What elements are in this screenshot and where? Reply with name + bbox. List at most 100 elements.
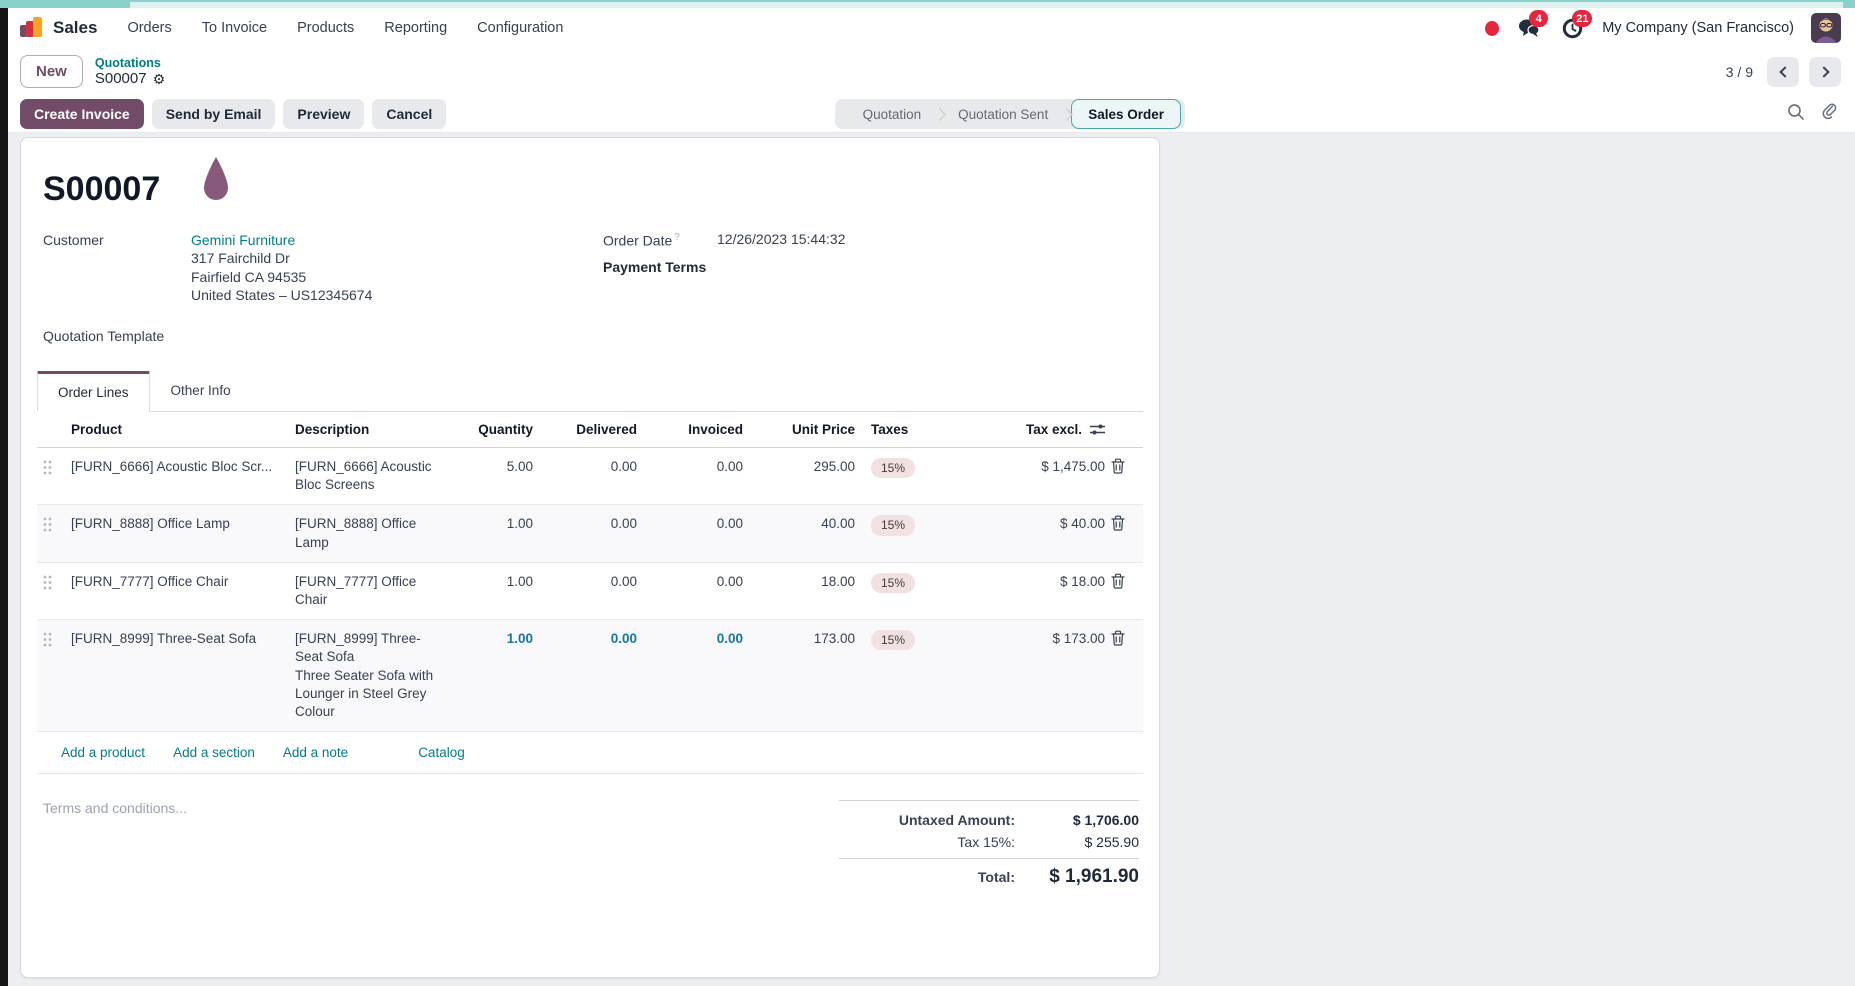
- status-quotation[interactable]: Quotation: [849, 107, 936, 122]
- cell-invoiced[interactable]: 0.00: [641, 448, 747, 486]
- cell-subtotal: $ 1,475.00: [1017, 448, 1109, 486]
- create-invoice-button[interactable]: Create Invoice: [20, 99, 144, 129]
- cell-description[interactable]: [FURN_6666] Acoustic Bloc Screens: [291, 448, 449, 504]
- cell-product[interactable]: [FURN_8888] Office Lamp: [67, 505, 291, 543]
- cell-subtotal: $ 18.00: [1017, 563, 1109, 601]
- add-product-link[interactable]: Add a product: [61, 745, 145, 760]
- cell-invoiced[interactable]: 0.00: [641, 505, 747, 543]
- menu-to-invoice[interactable]: To Invoice: [202, 20, 267, 36]
- cell-quantity[interactable]: 1.00: [449, 563, 537, 601]
- delete-row-icon[interactable]: [1111, 515, 1125, 531]
- table-header-row: Product Description Quantity Delivered I…: [37, 412, 1143, 448]
- quotation-template-label: Quotation Template: [43, 328, 1143, 344]
- col-product[interactable]: Product: [67, 412, 291, 447]
- app-name[interactable]: Sales: [53, 18, 97, 38]
- new-button[interactable]: New: [20, 55, 83, 88]
- table-row[interactable]: [FURN_7777] Office Chair [FURN_7777] Off…: [37, 563, 1143, 620]
- cell-invoiced[interactable]: 0.00: [641, 620, 747, 658]
- add-section-link[interactable]: Add a section: [173, 745, 255, 760]
- cell-unit-price[interactable]: 295.00: [747, 448, 859, 486]
- messages-button[interactable]: 4: [1516, 16, 1542, 40]
- attachments-button[interactable]: [1821, 102, 1839, 121]
- cell-description[interactable]: [FURN_8888] Office Lamp: [291, 505, 449, 561]
- delete-row-icon[interactable]: [1111, 458, 1125, 474]
- cell-unit-price[interactable]: 173.00: [747, 620, 859, 658]
- drag-handle-icon[interactable]: [37, 448, 67, 480]
- col-description[interactable]: Description: [291, 412, 449, 447]
- tax-badge[interactable]: 15%: [871, 573, 915, 593]
- menu-reporting[interactable]: Reporting: [384, 20, 447, 36]
- breadcrumb-quotations[interactable]: Quotations: [95, 56, 165, 70]
- statusbar: Quotation Quotation Sent Sales Order: [835, 99, 1185, 129]
- tax-badge[interactable]: 15%: [871, 515, 915, 535]
- cell-description[interactable]: [FURN_7777] Office Chair: [291, 563, 449, 619]
- customer-address: 317 Fairchild Dr Fairfield CA 94535 Unit…: [191, 249, 372, 304]
- tab-order-lines[interactable]: Order Lines: [37, 371, 150, 412]
- cell-delivered[interactable]: 0.00: [537, 505, 641, 543]
- table-row[interactable]: [FURN_8999] Three-Seat Sofa [FURN_8999] …: [37, 620, 1143, 732]
- total-value: $ 1,961.90: [1029, 866, 1139, 888]
- pager-previous-button[interactable]: [1767, 57, 1799, 87]
- tab-other-info[interactable]: Other Info: [150, 371, 252, 412]
- cell-description[interactable]: [FURN_8999] Three-Seat Sofa Three Seater…: [291, 620, 449, 731]
- tax-badge[interactable]: 15%: [871, 458, 915, 478]
- optional-columns-icon[interactable]: [1090, 423, 1105, 436]
- col-invoiced[interactable]: Invoiced: [641, 412, 747, 447]
- cell-delivered[interactable]: 0.00: [537, 563, 641, 601]
- cell-unit-price[interactable]: 40.00: [747, 505, 859, 543]
- menu-orders[interactable]: Orders: [127, 20, 171, 36]
- cell-delivered[interactable]: 0.00: [537, 620, 641, 658]
- pager-next-button[interactable]: [1809, 57, 1841, 87]
- status-dot-icon: [1485, 21, 1499, 36]
- cell-product[interactable]: [FURN_7777] Office Chair: [67, 563, 291, 601]
- company-switcher[interactable]: My Company (San Francisco): [1602, 20, 1794, 36]
- action-bar: Create Invoice Send by Email Preview Can…: [8, 95, 1855, 133]
- table-row[interactable]: [FURN_8888] Office Lamp [FURN_8888] Offi…: [37, 505, 1143, 562]
- drag-handle-icon[interactable]: [37, 620, 67, 652]
- chevron-right-icon: [1818, 66, 1829, 77]
- add-note-link[interactable]: Add a note: [283, 745, 348, 760]
- cell-unit-price[interactable]: 18.00: [747, 563, 859, 601]
- cell-quantity[interactable]: 5.00: [449, 448, 537, 486]
- drop-cursor: [201, 156, 231, 204]
- cell-product[interactable]: [FURN_8999] Three-Seat Sofa: [67, 620, 291, 658]
- send-by-email-button[interactable]: Send by Email: [152, 99, 276, 129]
- tax-label: Tax 15%:: [957, 834, 1015, 850]
- col-taxes[interactable]: Taxes: [859, 412, 1017, 447]
- sales-app-logo-icon: [20, 17, 44, 39]
- cell-product[interactable]: [FURN_6666] Acoustic Bloc Scr...: [67, 448, 291, 486]
- catalog-link[interactable]: Catalog: [418, 745, 465, 760]
- order-date-value[interactable]: 12/26/2023 15:44:32: [717, 231, 845, 249]
- cell-quantity[interactable]: 1.00: [449, 620, 537, 658]
- menu-configuration[interactable]: Configuration: [477, 20, 563, 36]
- col-quantity[interactable]: Quantity: [449, 412, 537, 447]
- search-icon: [1787, 103, 1805, 121]
- drag-handle-icon[interactable]: [37, 505, 67, 537]
- cell-delivered[interactable]: 0.00: [537, 448, 641, 486]
- col-tax-excl[interactable]: Tax excl.: [1017, 412, 1109, 447]
- customer-link[interactable]: Gemini Furniture: [191, 231, 372, 249]
- drag-handle-icon[interactable]: [37, 563, 67, 595]
- table-row[interactable]: [FURN_6666] Acoustic Bloc Scr... [FURN_6…: [37, 448, 1143, 505]
- app-brand[interactable]: Sales: [20, 17, 97, 39]
- menu-products[interactable]: Products: [297, 20, 354, 36]
- delete-row-icon[interactable]: [1111, 630, 1125, 646]
- user-avatar[interactable]: [1811, 13, 1841, 43]
- breadcrumb-current: S00007: [95, 70, 147, 87]
- activities-button[interactable]: 21: [1559, 16, 1585, 40]
- preview-button[interactable]: Preview: [283, 99, 364, 129]
- cancel-button[interactable]: Cancel: [372, 99, 446, 129]
- cell-invoiced[interactable]: 0.00: [641, 563, 747, 601]
- col-unit-price[interactable]: Unit Price: [747, 412, 859, 447]
- tax-badge[interactable]: 15%: [871, 630, 915, 650]
- search-button[interactable]: [1787, 103, 1805, 121]
- terms-placeholder[interactable]: Terms and conditions...: [43, 800, 187, 891]
- cell-subtotal: $ 173.00: [1017, 620, 1109, 658]
- status-sales-order[interactable]: Sales Order: [1071, 99, 1181, 129]
- gear-icon[interactable]: ⚙: [153, 71, 166, 87]
- cell-quantity[interactable]: 1.00: [449, 505, 537, 543]
- status-quotation-sent[interactable]: Quotation Sent: [944, 107, 1062, 122]
- col-delivered[interactable]: Delivered: [537, 412, 641, 447]
- messages-badge: 4: [1529, 10, 1548, 27]
- delete-row-icon[interactable]: [1111, 573, 1125, 589]
